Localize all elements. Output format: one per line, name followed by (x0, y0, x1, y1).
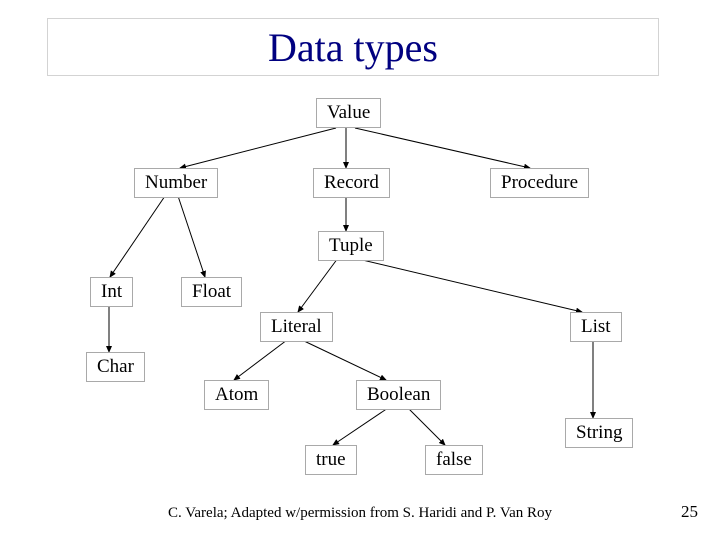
node-list: List (570, 312, 622, 342)
node-number: Number (134, 168, 218, 198)
node-record: Record (313, 168, 390, 198)
node-atom: Atom (204, 380, 269, 410)
node-value: Value (316, 98, 381, 128)
node-boolean: Boolean (356, 380, 441, 410)
diagram-lines (0, 0, 720, 540)
title-container: Data types (47, 18, 659, 76)
node-float: Float (181, 277, 242, 307)
node-tuple: Tuple (318, 231, 384, 261)
node-char: Char (86, 352, 145, 382)
page-title: Data types (268, 24, 438, 71)
node-true: true (305, 445, 357, 475)
node-procedure: Procedure (490, 168, 589, 198)
node-string: String (565, 418, 633, 448)
node-int: Int (90, 277, 133, 307)
node-literal: Literal (260, 312, 333, 342)
credit-text: C. Varela; Adapted w/permission from S. … (0, 505, 720, 522)
page-number: 25 (681, 502, 698, 522)
node-false: false (425, 445, 483, 475)
